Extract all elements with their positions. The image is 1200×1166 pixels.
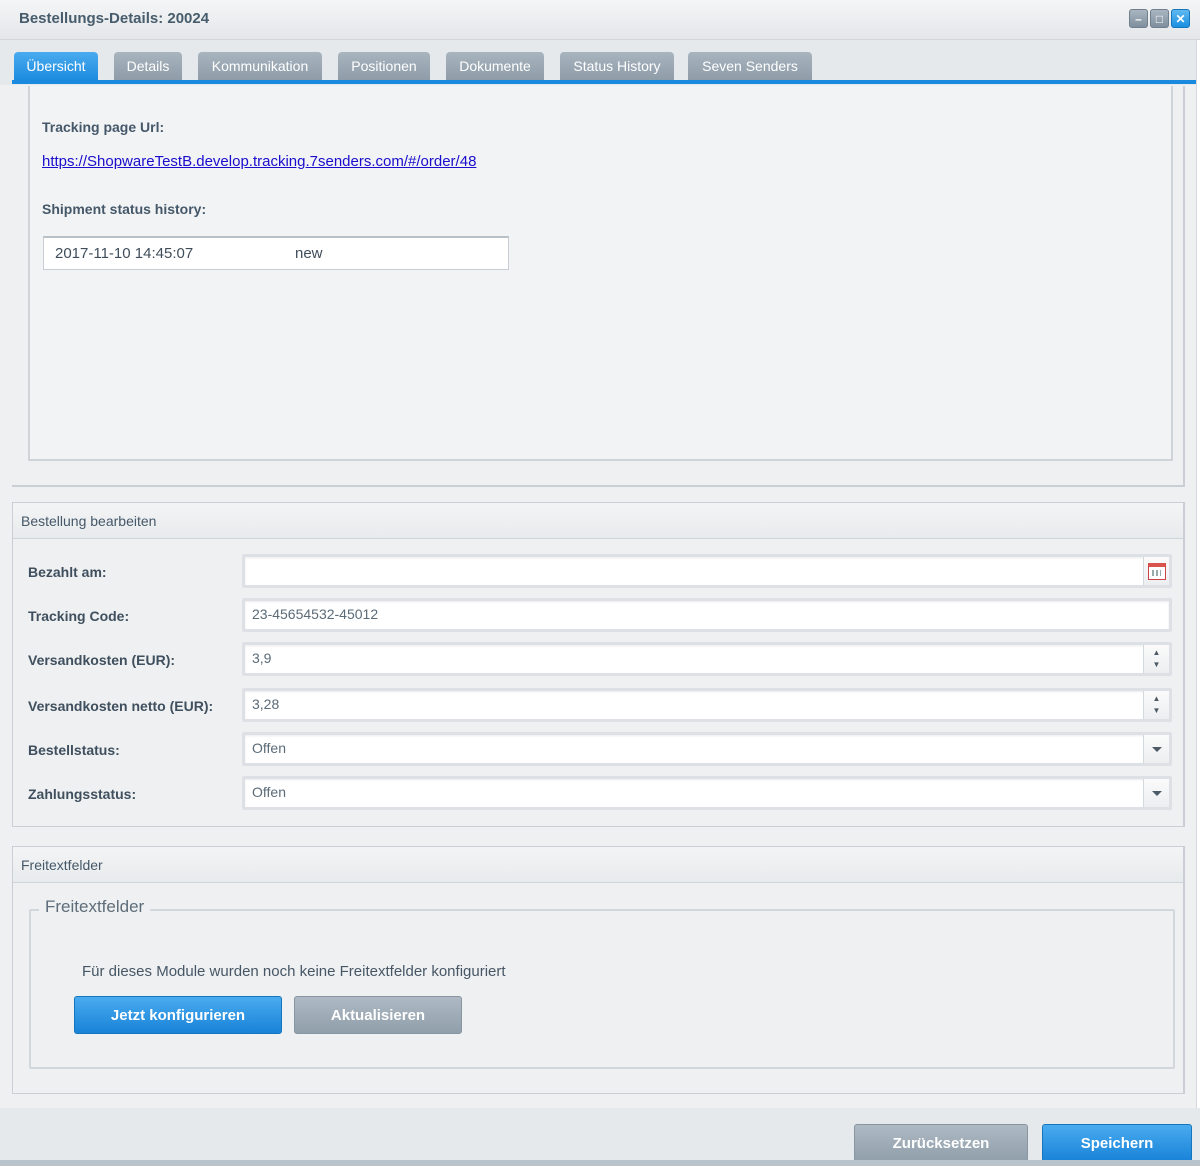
shipping-cost-row: Versandkosten (EUR): 3,9 ▲ ▼ bbox=[28, 642, 1183, 676]
maximize-icon[interactable]: □ bbox=[1150, 9, 1169, 28]
refresh-button[interactable]: Aktualisieren bbox=[294, 996, 462, 1034]
shipping-cost-value: 3,9 bbox=[252, 650, 272, 666]
edit-order-title: Bestellung bearbeiten bbox=[21, 513, 157, 529]
shipping-cost-net-field[interactable]: 3,28 ▲ ▼ bbox=[242, 688, 1172, 722]
chevron-down-icon bbox=[1151, 790, 1162, 796]
paid-at-field[interactable] bbox=[242, 554, 1172, 588]
background-window-edge bbox=[1196, 40, 1200, 1160]
shipping-cost-net-value: 3,28 bbox=[252, 696, 280, 712]
payment-status-row: Zahlungsstatus: Offen bbox=[28, 776, 1183, 810]
shipment-history-label: Shipment status history: bbox=[42, 201, 207, 217]
edit-order-panel: Bestellung bearbeiten Bezahlt am: Tracki… bbox=[12, 502, 1185, 827]
paid-at-label: Bezahlt am: bbox=[28, 564, 107, 580]
tab-seven-senders[interactable]: Seven Senders bbox=[688, 52, 812, 81]
order-status-row: Bestellstatus: Offen bbox=[28, 732, 1183, 766]
order-status-trigger[interactable] bbox=[1143, 735, 1169, 763]
free-text-message: Für dieses Module wurden noch keine Frei… bbox=[82, 963, 506, 980]
tracking-code-row: Tracking Code: 23-45654532-45012 bbox=[28, 598, 1183, 632]
payment-status-value: Offen bbox=[252, 784, 286, 800]
window-bottom-border bbox=[0, 1160, 1200, 1166]
shipping-cost-net-row: Versandkosten netto (EUR): 3,28 ▲ ▼ bbox=[28, 688, 1183, 722]
tab-details[interactable]: Details bbox=[114, 52, 182, 81]
tab-documents[interactable]: Dokumente bbox=[446, 52, 544, 81]
free-text-header[interactable]: Freitextfelder bbox=[13, 847, 1183, 883]
spin-down-icon[interactable]: ▼ bbox=[1153, 659, 1161, 671]
shipping-cost-label: Versandkosten (EUR): bbox=[28, 652, 176, 668]
history-status: new bbox=[295, 245, 323, 262]
shipment-panel: Tracking page Url: https://ShopwareTestB… bbox=[12, 86, 1185, 487]
window-controls: – □ ✕ bbox=[1129, 9, 1190, 28]
free-text-title: Freitextfelder bbox=[21, 857, 103, 873]
spin-up-icon[interactable]: ▲ bbox=[1153, 693, 1161, 705]
shipment-fieldset: Tracking page Url: https://ShopwareTestB… bbox=[28, 86, 1173, 461]
free-text-fieldset bbox=[29, 909, 1175, 1069]
tab-positions[interactable]: Positionen bbox=[338, 52, 430, 81]
tracking-code-label: Tracking Code: bbox=[28, 608, 130, 624]
free-text-panel: Freitextfelder Freitextfelder Für dieses… bbox=[12, 846, 1185, 1094]
chevron-down-icon bbox=[1151, 746, 1162, 752]
free-text-legend: Freitextfelder bbox=[39, 897, 151, 917]
tracking-url-label: Tracking page Url: bbox=[42, 119, 165, 135]
order-status-select[interactable]: Offen bbox=[242, 732, 1172, 766]
configure-now-button[interactable]: Jetzt konfigurieren bbox=[74, 996, 282, 1034]
title-bar[interactable]: Bestellungs-Details: 20024 – □ ✕ bbox=[0, 0, 1200, 40]
tracking-code-value: 23-45654532-45012 bbox=[252, 606, 379, 622]
order-details-window: Bestellungs-Details: 20024 – □ ✕ Übersic… bbox=[0, 0, 1200, 1166]
tab-communication[interactable]: Kommunikation bbox=[198, 52, 322, 81]
reset-button[interactable]: Zurücksetzen bbox=[854, 1124, 1028, 1162]
window-title: Bestellungs-Details: 20024 bbox=[19, 10, 210, 27]
paid-at-row: Bezahlt am: bbox=[28, 554, 1183, 588]
tab-overview[interactable]: Übersicht bbox=[14, 52, 98, 81]
payment-status-label: Zahlungsstatus: bbox=[28, 786, 137, 802]
order-status-label: Bestellstatus: bbox=[28, 742, 120, 758]
tracking-url-link[interactable]: https://ShopwareTestB.develop.tracking.7… bbox=[42, 153, 476, 170]
shipping-cost-field[interactable]: 3,9 ▲ ▼ bbox=[242, 642, 1172, 676]
tab-status-history[interactable]: Status History bbox=[560, 52, 674, 81]
shipping-cost-net-spinner[interactable]: ▲ ▼ bbox=[1143, 691, 1169, 719]
tracking-code-field[interactable]: 23-45654532-45012 bbox=[242, 598, 1172, 632]
payment-status-trigger[interactable] bbox=[1143, 779, 1169, 807]
window-footer: Zurücksetzen Speichern bbox=[0, 1108, 1200, 1166]
save-button[interactable]: Speichern bbox=[1042, 1124, 1192, 1162]
minimize-icon[interactable]: – bbox=[1129, 9, 1148, 28]
tab-underline bbox=[12, 80, 1196, 84]
edit-order-header[interactable]: Bestellung bearbeiten bbox=[13, 503, 1183, 539]
order-status-value: Offen bbox=[252, 740, 286, 756]
history-date: 2017-11-10 14:45:07 bbox=[55, 245, 194, 262]
shipping-cost-net-label: Versandkosten netto (EUR): bbox=[28, 698, 214, 714]
spin-down-icon[interactable]: ▼ bbox=[1153, 705, 1161, 717]
spin-up-icon[interactable]: ▲ bbox=[1153, 647, 1161, 659]
calendar-icon bbox=[1147, 562, 1166, 580]
tab-bar: Übersicht Details Kommunikation Position… bbox=[0, 40, 1200, 85]
shipment-history-table: 2017-11-10 14:45:07 new bbox=[43, 236, 509, 270]
shipping-cost-spinner[interactable]: ▲ ▼ bbox=[1143, 645, 1169, 673]
payment-status-select[interactable]: Offen bbox=[242, 776, 1172, 810]
date-picker-trigger[interactable] bbox=[1143, 557, 1169, 585]
close-icon[interactable]: ✕ bbox=[1171, 9, 1190, 28]
